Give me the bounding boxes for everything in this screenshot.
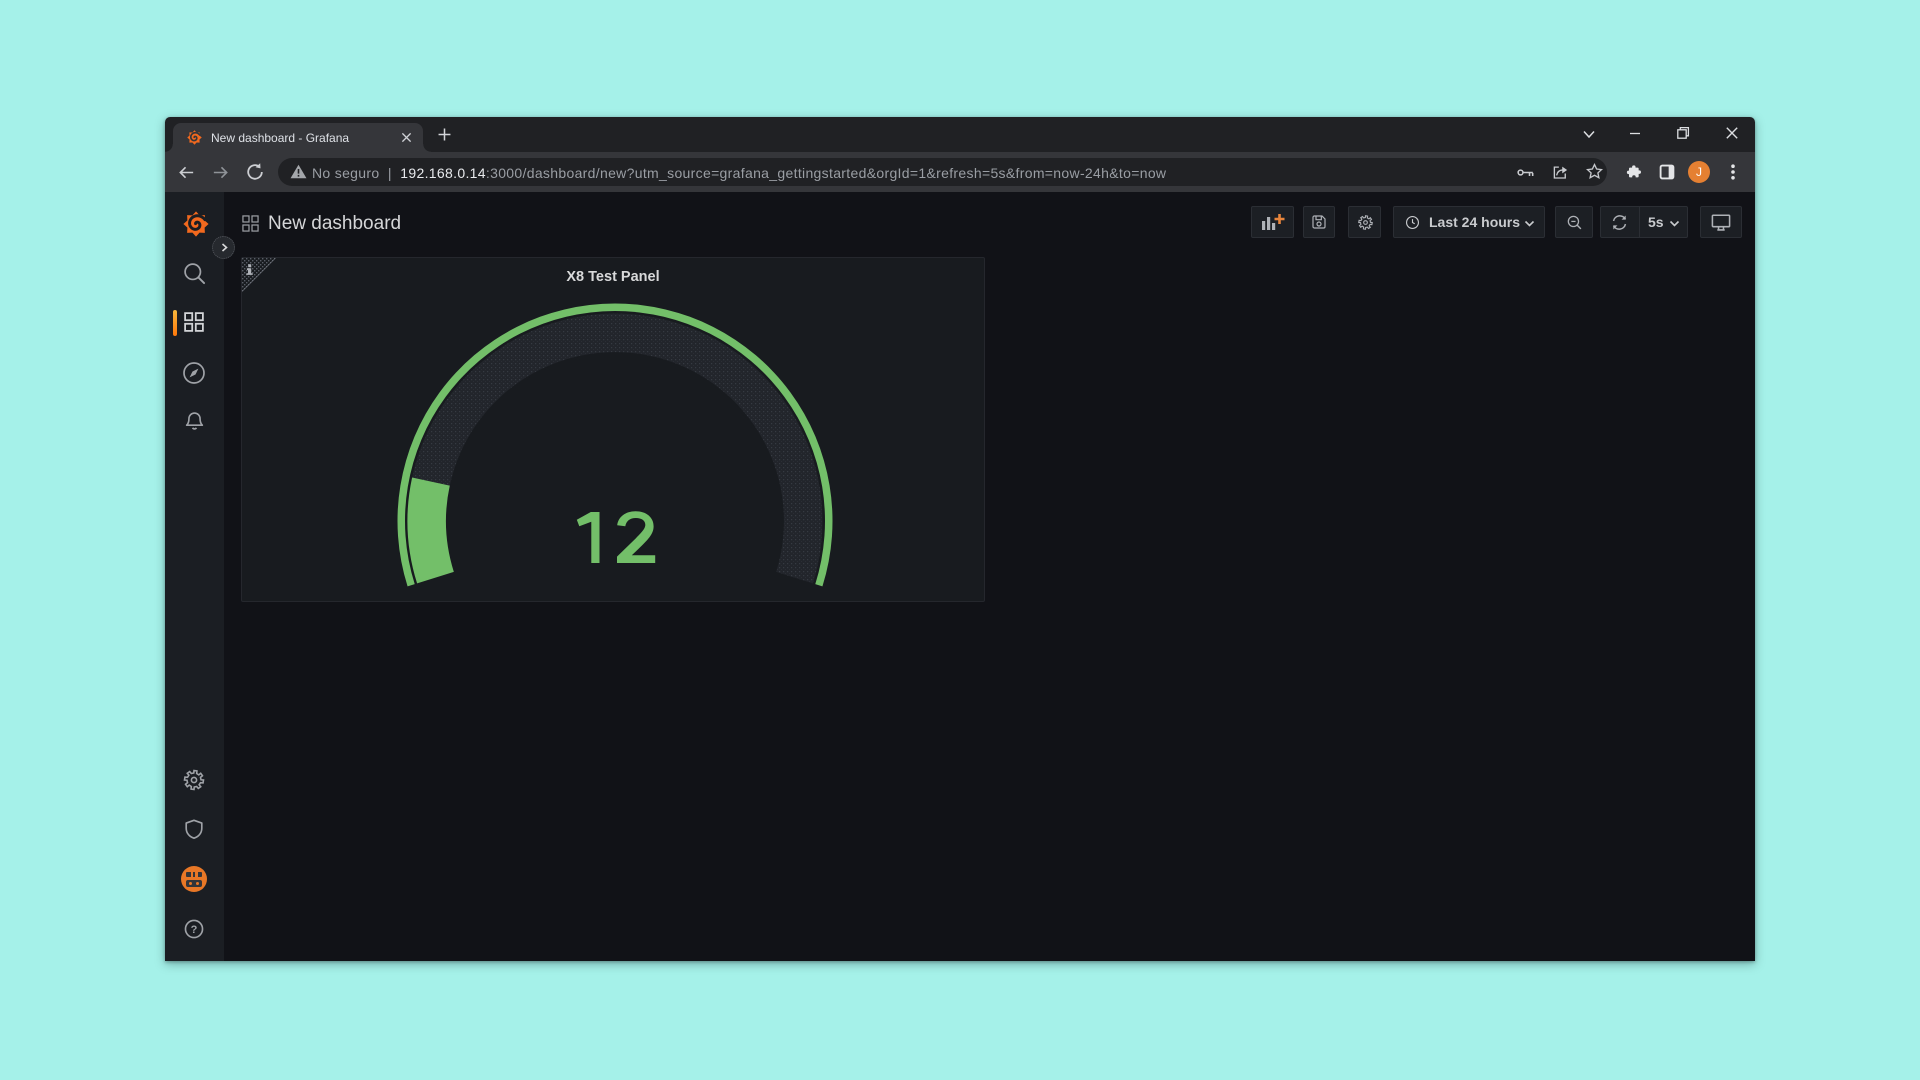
svg-text:?: ?	[191, 924, 198, 936]
